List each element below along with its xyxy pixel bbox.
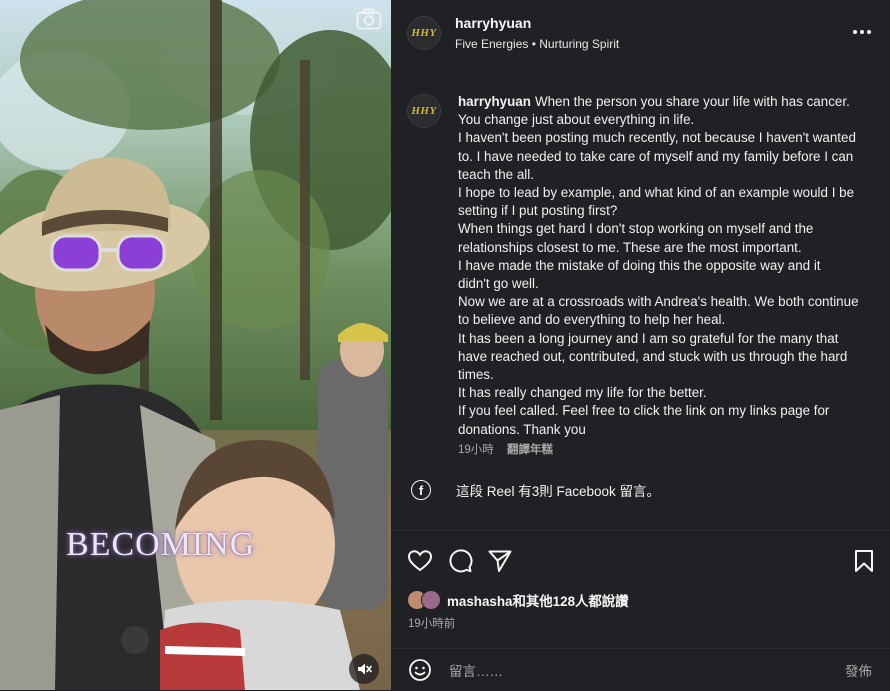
caption-meta: 19小時 翻譯年糕 <box>458 441 563 457</box>
mute-button[interactable] <box>349 654 379 684</box>
comment-bubble-icon <box>449 549 473 573</box>
caption-line: When the person you share your life with… <box>534 94 850 109</box>
caption-line: relationships closest to me. These are t… <box>458 239 802 255</box>
post-timestamp[interactable]: 19小時前 <box>408 615 455 631</box>
caption-line: setting if I put posting first? <box>458 203 618 219</box>
audio-attribution[interactable]: Five Energies • Nurturing Spirit <box>455 37 619 51</box>
author-username[interactable]: harryhyuan <box>455 15 531 31</box>
caption-line: I hope to lead by example, and what kind… <box>458 185 855 201</box>
caption-timestamp[interactable]: 19小時 <box>458 444 494 456</box>
liker-avatars <box>407 590 443 610</box>
reel-video[interactable]: BECOMING <box>0 0 391 690</box>
more-options-icon[interactable] <box>851 22 873 42</box>
caption-line: have reached out, contributed, and stuck… <box>458 348 848 364</box>
comment-button[interactable] <box>447 548 473 574</box>
caption-line: It has been a long journey and I am so g… <box>458 330 839 346</box>
likes-text[interactable]: mashasha和其他128人都說讚 <box>447 590 629 610</box>
facebook-icon: f <box>411 480 431 500</box>
caption-avatar[interactable]: HHY <box>407 94 441 128</box>
camera-icon[interactable] <box>356 8 382 30</box>
heart-icon <box>407 550 433 572</box>
caption-line: It has really changed my life for the be… <box>458 385 707 401</box>
post-details-panel: HHY harryhyuan Five Energies • Nurturing… <box>391 0 890 690</box>
caption-text: harryhyuan When the person you share your… <box>458 93 878 439</box>
avatar-text: HHY <box>411 105 437 117</box>
caption-line: If you feel called. Feel free to click t… <box>458 403 830 419</box>
caption-line: to. I have needed to take care of myself… <box>458 148 854 164</box>
action-bar <box>391 548 890 578</box>
caption-line: times. <box>458 367 494 383</box>
video-frame <box>0 0 391 690</box>
share-button[interactable] <box>487 548 513 574</box>
save-button[interactable] <box>851 548 877 574</box>
video-overlay-text: BECOMING <box>66 526 256 563</box>
caption-line: I have made the mistake of doing this th… <box>458 257 821 273</box>
caption-username[interactable]: harryhyuan <box>458 94 531 109</box>
speaker-muted-icon <box>358 663 372 675</box>
facebook-comments-text[interactable]: 這段 Reel 有3則 Facebook 留言。 <box>456 480 660 500</box>
caption-line: Now we are at a crossroads with Andrea's… <box>458 294 859 310</box>
caption-line: didn't go well. <box>458 276 539 292</box>
comment-input[interactable] <box>447 658 811 684</box>
post-comment-button[interactable]: 發佈 <box>845 660 872 680</box>
avatar[interactable]: HHY <box>407 16 441 50</box>
comment-bar: 發佈 <box>391 648 890 691</box>
caption-line: You change just about everything in life… <box>458 112 695 128</box>
likes-summary[interactable]: mashasha和其他128人都說讚 <box>407 590 629 610</box>
emoji-icon[interactable] <box>408 658 432 682</box>
caption-line: When things get hard I don't stop workin… <box>458 221 814 237</box>
bookmark-icon <box>855 550 873 572</box>
caption-line: teach the all. <box>458 166 534 182</box>
translate-button[interactable]: 翻譯年糕 <box>507 444 553 456</box>
avatar-text: HHY <box>411 27 437 39</box>
post-header: HHY harryhyuan Five Energies • Nurturing… <box>391 0 890 66</box>
like-button[interactable] <box>407 548 433 574</box>
facebook-comments-row[interactable]: f 這段 Reel 有3則 Facebook 留言。 <box>411 478 660 502</box>
caption-line: I haven't been posting much recently, no… <box>458 130 856 146</box>
caption-line: to believe and do everything to help her… <box>458 312 726 328</box>
avatar <box>421 590 441 610</box>
paper-plane-icon <box>488 550 512 572</box>
divider <box>391 530 890 531</box>
caption-line: donations. Thank you <box>458 421 586 437</box>
